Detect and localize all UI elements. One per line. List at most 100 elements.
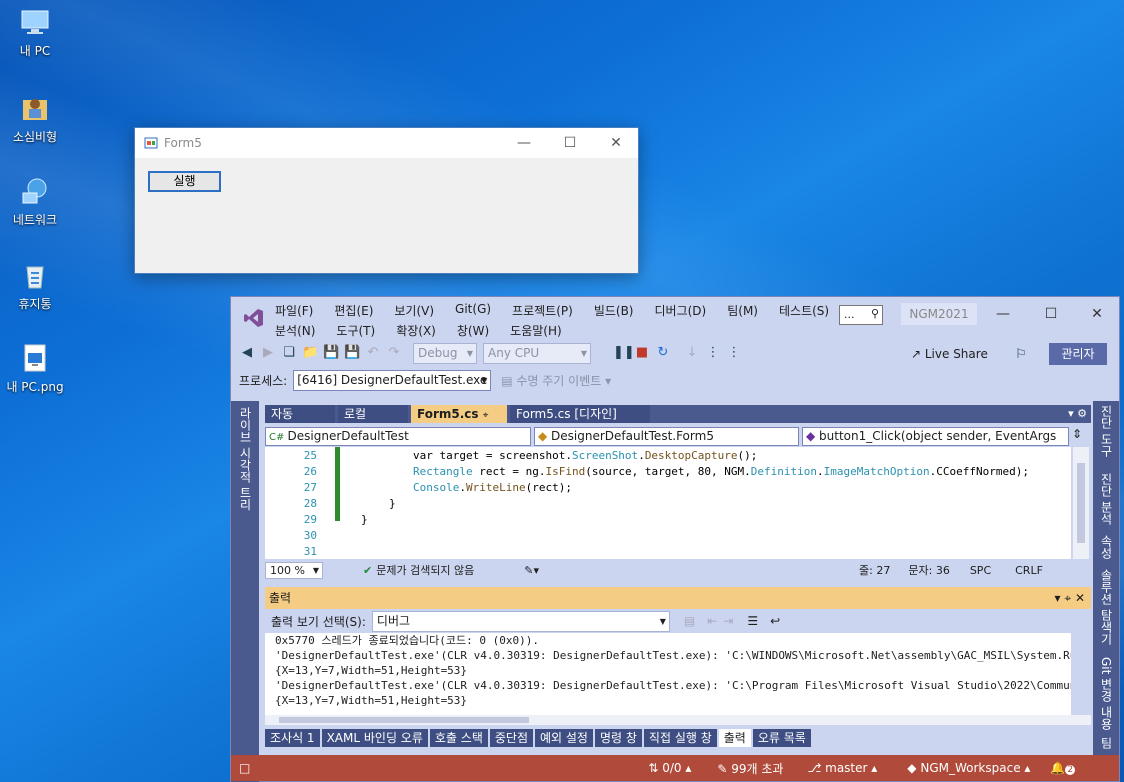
save-all-icon[interactable]: 💾: [344, 345, 360, 361]
pause-icon[interactable]: ❚❚: [613, 345, 635, 361]
stop-icon[interactable]: ■: [634, 345, 650, 361]
prev-icon[interactable]: ⇤: [707, 614, 717, 628]
bottom-tab[interactable]: 중단점: [489, 729, 533, 747]
zoom-select[interactable]: 100 % ▼: [265, 561, 323, 579]
bottom-tab[interactable]: XAML 바인딩 오류: [321, 729, 428, 747]
bottom-tab[interactable]: 호출 스택: [429, 729, 488, 747]
updown-indicator[interactable]: ⇅ 0/0 ▴: [648, 761, 691, 775]
scroll-thumb[interactable]: [1077, 463, 1085, 543]
output-text[interactable]: 0x5770 스레드가 종료되었습니다(코드: 0 (0x0)). 'Design…: [265, 633, 1071, 715]
desktop-icon-user[interactable]: 소심비형: [0, 92, 70, 145]
search-input[interactable]: ... ⚲: [839, 305, 883, 325]
new-item-icon[interactable]: ❏: [281, 345, 297, 361]
bottom-tab[interactable]: 오류 목록: [752, 729, 811, 747]
bottom-tab[interactable]: 직접 실행 창: [643, 729, 717, 747]
code-editor[interactable]: 25 var target = screenshot.ScreenShot.Des…: [265, 447, 1071, 559]
menu-edit[interactable]: 편집(E): [334, 302, 373, 319]
repo-indicator[interactable]: ◆ NGM_Workspace ▴: [907, 761, 1030, 775]
close-button[interactable]: ✕: [593, 128, 639, 158]
menu-help[interactable]: 도움말(H): [510, 322, 562, 339]
process-select[interactable]: [6416] DesignerDefaultTest.exe ▼: [293, 369, 492, 391]
tab-form5-cs[interactable]: Form5.cs ⌖ ✕: [411, 405, 507, 441]
notification-icon[interactable]: 🔔 2: [1050, 761, 1076, 775]
code-line[interactable]: Console.WriteLine(rect);: [413, 481, 572, 494]
status-bar: □ ⇅ 0/0 ▴ ✎ 99개 초과 ⎇ master ▴ ◆ NGM_Work…: [231, 755, 1119, 781]
menu-window[interactable]: 창(W): [457, 322, 489, 339]
bottom-tab[interactable]: 예외 설정: [535, 729, 593, 747]
open-folder-icon[interactable]: 📁: [302, 345, 318, 361]
properties-tab[interactable]: 속성: [1098, 535, 1115, 559]
menu-debug[interactable]: 디버그(D): [655, 302, 707, 319]
menu-file[interactable]: 파일(F): [275, 302, 313, 319]
diagnostic-analysis-tab[interactable]: 진단 분석: [1098, 473, 1115, 525]
step-out-icon[interactable]: ⋮: [726, 345, 742, 361]
scroll-thumb[interactable]: [279, 717, 529, 723]
redo-icon[interactable]: ↷: [386, 345, 402, 361]
configuration-select[interactable]: Debug ▼: [413, 342, 477, 364]
undo-icon[interactable]: ↶: [365, 345, 381, 361]
git-changes-tab[interactable]: Git 변경 내용: [1098, 657, 1115, 730]
editor-scrollbar[interactable]: [1073, 447, 1089, 559]
desktop-icon-this-pc[interactable]: 내 PC: [0, 6, 70, 59]
menu-test[interactable]: 테스트(S): [779, 302, 829, 319]
bottom-tab[interactable]: 조사식 1: [265, 729, 320, 747]
menu-git[interactable]: Git(G): [455, 302, 491, 319]
solution-explorer-tab[interactable]: 솔루션 탐색기: [1098, 569, 1115, 645]
bottom-tab[interactable]: 명령 창: [594, 729, 642, 747]
brush-icon[interactable]: ✎▾: [524, 564, 539, 577]
bottom-tab[interactable]: 출력: [718, 729, 751, 747]
menu-tools[interactable]: 도구(T): [336, 322, 375, 339]
desktop-icon-recycle-bin[interactable]: 휴지통: [0, 259, 70, 312]
back-icon[interactable]: ◀: [239, 345, 255, 361]
panel-controls[interactable]: ▾ ⌖ ✕: [1055, 587, 1085, 609]
settings-icon[interactable]: ▾ ⚙: [1068, 405, 1087, 423]
output-hscrollbar[interactable]: [265, 715, 1091, 725]
team-tab[interactable]: 팀: [1098, 737, 1115, 749]
forward-icon[interactable]: ▶: [260, 345, 276, 361]
code-line[interactable]: }: [361, 513, 368, 526]
clear-all-icon[interactable]: ☰: [747, 614, 758, 628]
code-line[interactable]: var target = screenshot.ScreenShot.Deskt…: [413, 449, 757, 462]
find-icon[interactable]: ▤: [684, 614, 695, 628]
class-nav-select[interactable]: ◆ DesignerDefaultTest.Form5: [534, 427, 799, 446]
next-icon[interactable]: ⇥: [723, 614, 733, 628]
code-line[interactable]: Rectangle rect = ng.IsFind(source, targe…: [413, 465, 1029, 478]
member-nav-select[interactable]: ◆ button1_Click(object sender, EventArgs…: [802, 427, 1069, 460]
pin-icon[interactable]: ⌖: [483, 410, 489, 421]
tab-form5-design[interactable]: Form5.cs [디자인]: [510, 405, 650, 423]
issues-status[interactable]: 문제가 검색되지 않음: [376, 562, 474, 578]
menu-extensions[interactable]: 확장(X): [396, 322, 436, 339]
menu-team[interactable]: 팀(M): [727, 302, 758, 319]
code-line[interactable]: }: [389, 497, 396, 510]
menu-project[interactable]: 프로젝트(P): [512, 302, 573, 319]
platform-select[interactable]: Any CPU ▼: [483, 342, 591, 364]
menu-build[interactable]: 빌드(B): [594, 302, 634, 319]
desktop-icon-network[interactable]: 네트워크: [0, 175, 70, 228]
restart-icon[interactable]: ↻: [655, 345, 671, 361]
minimize-button[interactable]: —: [501, 128, 547, 158]
menu-analyze[interactable]: 분석(N): [275, 322, 315, 339]
tab-locals[interactable]: 로컬: [338, 405, 408, 423]
lifecycle-button[interactable]: ▤ 수명 주기 이벤트 ▾: [501, 372, 611, 389]
desktop-icon-png[interactable]: 내 PC.png: [0, 342, 70, 395]
tab-autos[interactable]: 자동: [265, 405, 335, 423]
menu-view[interactable]: 보기(V): [394, 302, 434, 319]
output-source-select[interactable]: 디버그 ▼: [371, 610, 670, 632]
edit-indicator[interactable]: ✎ 99개 초과: [717, 760, 783, 777]
run-button[interactable]: 실행: [148, 171, 221, 192]
feedback-icon[interactable]: ⚐: [1013, 347, 1029, 363]
maximize-button[interactable]: ☐: [547, 128, 593, 158]
step-into-icon[interactable]: ↓: [684, 345, 700, 361]
minimize-button[interactable]: —: [983, 303, 1023, 325]
maximize-button[interactable]: ☐: [1031, 303, 1071, 325]
step-over-icon[interactable]: ⋮: [705, 345, 721, 361]
live-share-button[interactable]: ↗ Live Share: [911, 347, 988, 361]
close-button[interactable]: ✕: [1077, 303, 1117, 325]
diagnostic-tools-tab[interactable]: 진단 도구: [1098, 405, 1115, 457]
live-visual-tree-tab[interactable]: 라이브 시각적 트리: [237, 407, 254, 511]
branch-indicator[interactable]: ⎇ master ▴: [807, 761, 877, 775]
split-icon[interactable]: ⇕: [1072, 427, 1082, 447]
word-wrap-icon[interactable]: ↩: [770, 614, 780, 628]
project-nav-select[interactable]: C# DesignerDefaultTest: [265, 427, 531, 446]
save-icon[interactable]: 💾: [323, 345, 339, 361]
